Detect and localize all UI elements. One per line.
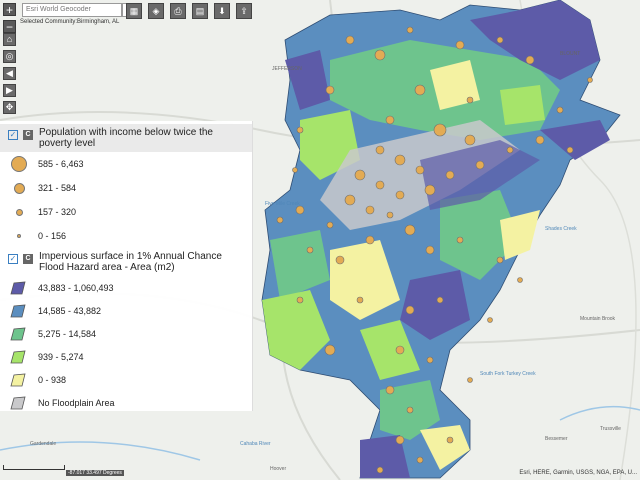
legend-label: 0 - 156 (38, 231, 67, 241)
layer-poverty-checkbox[interactable]: ✓ (8, 130, 18, 140)
layers-icon[interactable]: ◈ (148, 3, 164, 19)
polygon-swatch (10, 304, 26, 317)
polygon-swatch (10, 396, 26, 409)
legend-item: 321 - 584 (0, 176, 252, 200)
map-label-hoover: Hoover (270, 466, 286, 472)
legend-item: 0 - 938 (0, 368, 252, 391)
map-label-mountain-brook: Mountain Brook (580, 316, 616, 322)
legend-label: 321 - 584 (38, 183, 77, 193)
legend-layer-flood: ✓ C Impervious surface in 1% Annual Chan… (0, 248, 252, 276)
map-label-south-fork-turkey: South Fork Turkey Creek (480, 371, 536, 377)
nav-tools: ⌂ ◎ ◀ ▶ ✥ (3, 33, 16, 118)
download-icon[interactable]: ⬇ (214, 3, 230, 19)
large-dot-symbol (11, 156, 27, 172)
forward-arrow-icon[interactable]: ▶ (3, 84, 16, 97)
pan-icon[interactable]: ✥ (3, 101, 16, 114)
zoom-out-button[interactable]: − (3, 20, 16, 34)
tiny-dot-symbol (17, 234, 21, 238)
legend-item: 585 - 6,463 (0, 152, 252, 176)
map-label-blount: BLOUNT (560, 51, 580, 57)
map-label-fivemile-creek: Five Mile Creek (265, 201, 300, 207)
small-dot-symbol (15, 208, 23, 216)
legend-item: No Floodplain Area (0, 391, 252, 414)
legend-label: 939 - 5,274 (38, 351, 84, 362)
map-label-bessemer: Bessemer (545, 436, 568, 442)
layer-flood-badge[interactable]: C (23, 254, 33, 264)
legend-item: 5,275 - 14,584 (0, 322, 252, 345)
legend-label: 14,585 - 43,882 (38, 305, 102, 316)
legend-item: 157 - 320 (0, 200, 252, 224)
polygon-swatch (10, 373, 26, 386)
selected-community: Selected Community:Birmingham, AL (20, 19, 120, 25)
map-label-trussville: Trussville (600, 426, 621, 432)
medium-dot-symbol (13, 182, 25, 194)
legend-item: 939 - 5,274 (0, 345, 252, 368)
back-arrow-icon[interactable]: ◀ (3, 67, 16, 80)
legend-label: 157 - 320 (38, 207, 77, 217)
chart-icon[interactable]: ▤ (192, 3, 208, 19)
legend-label: 43,883 - 1,060,493 (38, 282, 114, 293)
map-label-cahaba: Cahaba River (240, 441, 271, 447)
legend-label: No Floodplain Area (38, 397, 115, 408)
search-input[interactable]: Esri World Geocoder (22, 3, 122, 17)
legend-label: 0 - 938 (38, 374, 67, 385)
locate-icon[interactable]: ◎ (3, 50, 16, 63)
zoom-in-button[interactable]: + (3, 3, 16, 17)
legend-layer-poverty: ✓ C Population with income below twice t… (0, 124, 252, 152)
polygon-swatch (10, 350, 26, 363)
map-label-gardendale: Gardendale (30, 441, 56, 447)
zoom-controls: + − (3, 3, 16, 34)
layer-poverty-title: Population with income below twice the p… (39, 127, 213, 149)
layer-poverty-badge[interactable]: C (23, 130, 33, 140)
polygon-swatch (10, 327, 26, 340)
coordinate-readout: -87.017 33.497 Degrees (66, 470, 124, 476)
legend-panel: ✓ C Population with income below twice t… (0, 121, 253, 411)
legend-item: 43,883 - 1,060,493 (0, 276, 252, 299)
polygon-swatch (10, 281, 26, 294)
legend-item: 0 - 156 (0, 224, 252, 248)
home-icon[interactable]: ⌂ (3, 33, 16, 46)
basemap-gallery-icon[interactable]: ▦ (126, 3, 142, 19)
print-icon[interactable]: ⎙ (170, 3, 186, 19)
attribution-text: Esri, HERE, Garmin, USGS, NGA, EPA, U... (519, 470, 637, 476)
map-label-jefferson: JEFFERSON (272, 66, 302, 72)
legend-label: 5,275 - 14,584 (38, 328, 97, 339)
layer-flood-checkbox[interactable]: ✓ (8, 254, 18, 264)
share-icon[interactable]: ⇪ (236, 3, 252, 19)
legend-item: 14,585 - 43,882 (0, 299, 252, 322)
legend-label: 585 - 6,463 (38, 159, 84, 169)
scale-bar (3, 465, 65, 470)
layer-flood-title: Impervious surface in 1% Annual Chance F… (39, 251, 222, 273)
map-label-shades-creek: Shades Creek (545, 226, 577, 232)
